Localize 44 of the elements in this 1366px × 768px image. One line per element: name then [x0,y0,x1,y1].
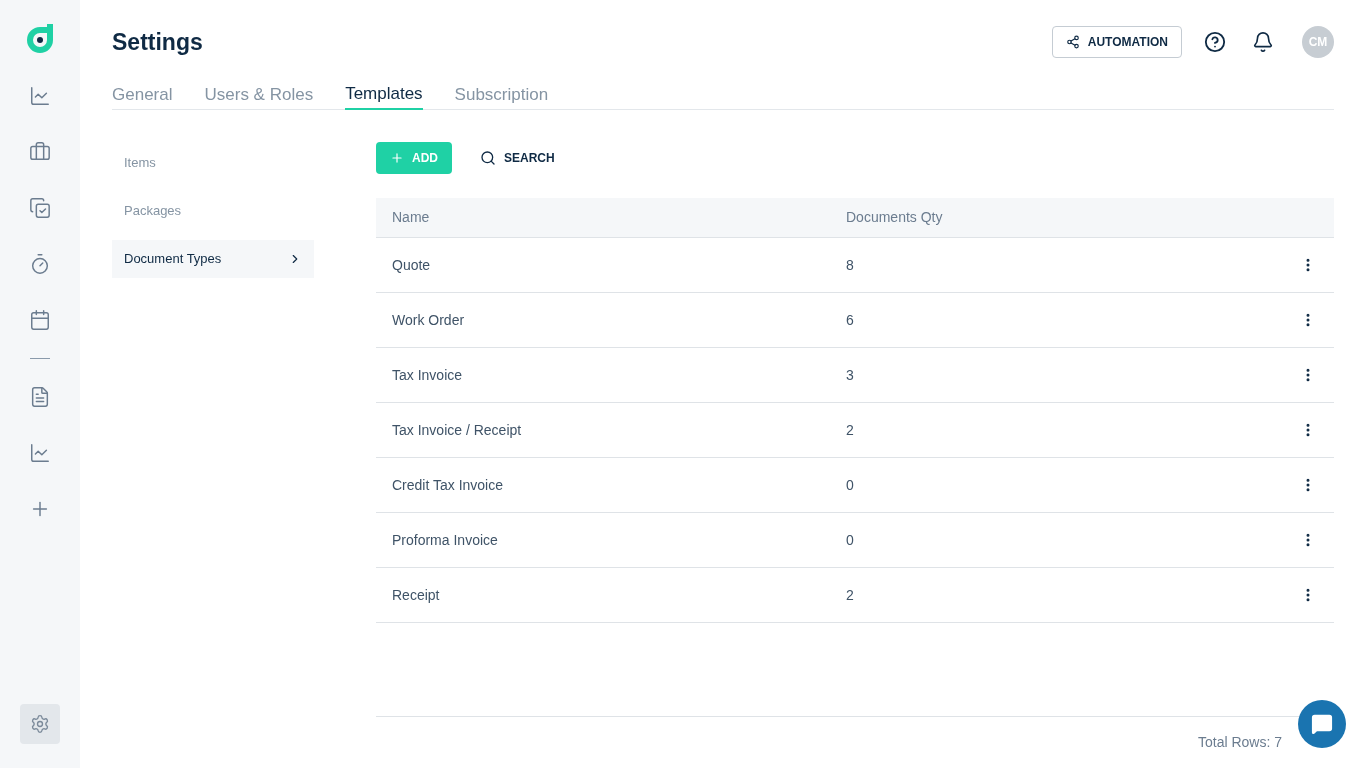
share-nodes-icon [1065,35,1080,49]
plus-icon [390,151,404,165]
automation-button[interactable]: AUTOMATION [1051,26,1182,58]
line-chart-icon[interactable] [29,442,51,464]
table-cell-text: 3 [846,365,854,385]
submenu-item[interactable]: Packages [112,192,314,230]
page-title: Settings [112,27,203,57]
settings-tab[interactable]: Users & Roles [204,80,314,110]
table-cell-text: 0 [846,475,854,495]
table-cell-text: Tax Invoice / Receipt [391,420,523,440]
table-cell-text: 0 [846,530,854,550]
column-header: Documents Qty [846,208,943,227]
table-cell-text: Proforma Invoice [391,530,499,550]
document-icon[interactable] [29,386,51,408]
table-cell-text: Tax Invoice [391,365,464,385]
chat-button[interactable] [1298,700,1346,748]
settings-tab[interactable]: General [112,80,173,110]
table-cell-text: Receipt [391,585,441,605]
notification-bell-icon[interactable] [1252,31,1274,53]
settings-tab[interactable]: Subscription [454,80,549,110]
table-cell-text: 6 [846,310,854,330]
table-cell-text: Credit Tax Invoice [391,475,504,495]
stopwatch-icon[interactable] [29,253,51,275]
total-rows-text: Total Rows: 7 [1197,733,1282,752]
settings-icon[interactable] [20,704,60,744]
briefcase-icon[interactable] [29,141,51,163]
table-cell-text: 2 [846,420,854,440]
column-header: Name [391,208,431,227]
chat-bubble-icon [1311,713,1333,735]
logo-icon [25,22,55,56]
table-cell-text: 8 [846,255,854,275]
submenu-item[interactable]: Items [112,144,314,182]
calendar-icon[interactable] [29,309,51,331]
search-icon [480,150,496,166]
table-cell-text: Quote [391,255,432,275]
table-cell-text: 2 [846,585,854,605]
checked-copies-icon[interactable] [29,197,51,219]
help-icon[interactable] [1204,31,1226,53]
add-button[interactable]: ADD [376,142,452,174]
line-chart-icon[interactable] [29,85,51,107]
search-button[interactable]: SEARCH [480,149,555,167]
table-cell-text: Work Order [391,310,466,330]
submenu-item[interactable]: Document Types [112,240,314,278]
settings-tab[interactable]: Templates [345,80,423,110]
